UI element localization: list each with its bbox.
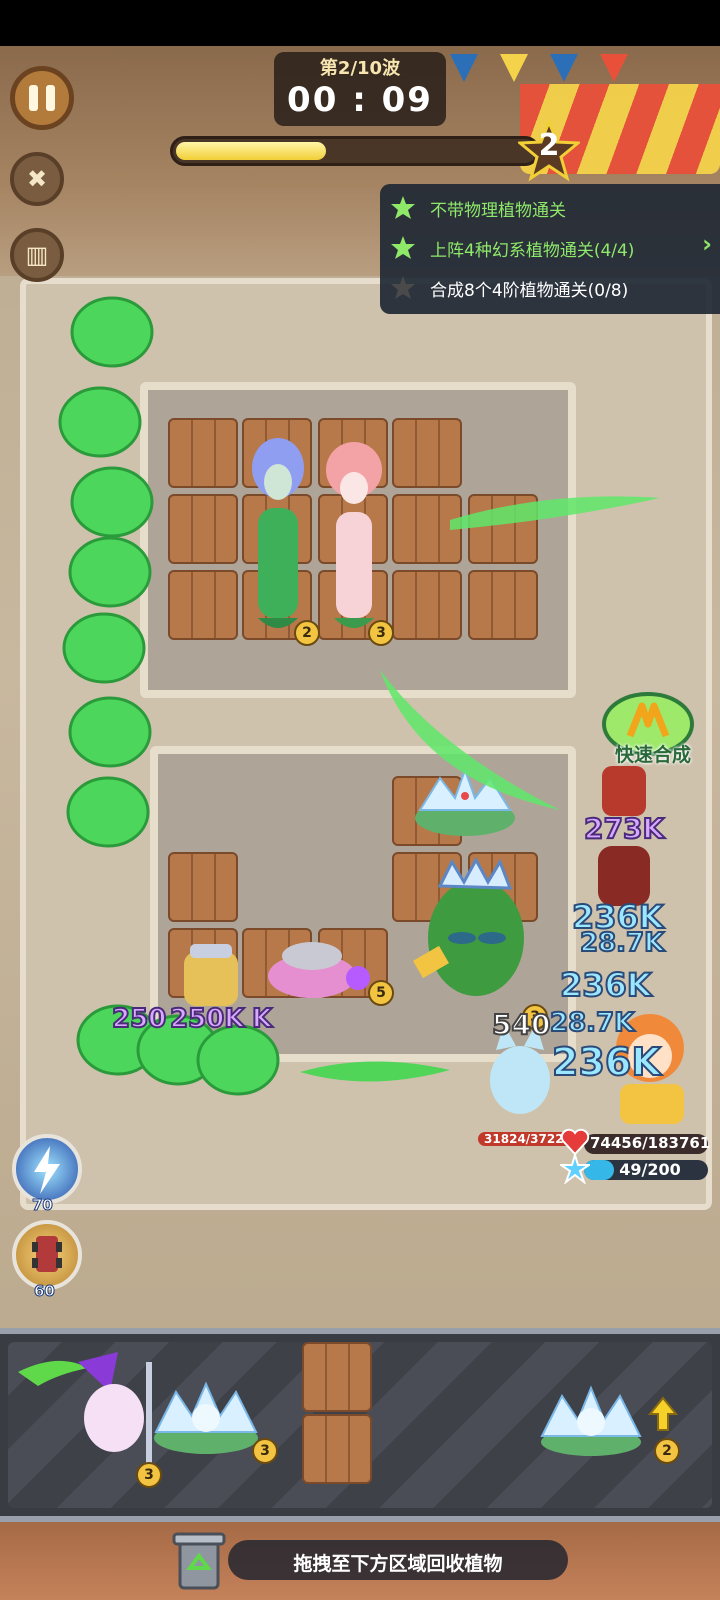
bunting-flag [600, 54, 628, 82]
combo-number: K [251, 1003, 273, 1035]
quest-panel[interactable]: 不带物理植物通关 上阵4种幻系植物通关(4/4) 合成8个4阶植物通关(0/8)… [380, 184, 720, 314]
zombie-horde-bottom [76, 1004, 280, 1096]
energy-text: 49/200 [619, 1160, 681, 1179]
lightning-icon [34, 1146, 60, 1194]
map-icon: ✖ [26, 165, 48, 193]
quest-item: 上阵4种幻系植物通关(4/4) [390, 228, 634, 268]
wave-label: 第2/10波 [319, 58, 401, 79]
board-tile[interactable] [168, 494, 238, 564]
zombie-horde-left [58, 296, 154, 848]
wave-progress-bar [170, 136, 540, 166]
green-slash-effect [450, 496, 660, 530]
quest-text: 不带物理植物通关 [430, 200, 566, 221]
upgrade-arrow-icon [648, 1396, 678, 1431]
bar-chart-icon: ▥ [25, 241, 49, 269]
pause-icon [29, 85, 38, 111]
truck-icon [32, 1236, 62, 1272]
plant-level-badge: 2 [654, 1438, 680, 1464]
bunting-flag [450, 54, 478, 82]
combo-number: 250 [111, 1003, 167, 1035]
quest-text: 上阵4种幻系植物通关(4/4) [430, 240, 635, 261]
board-tile[interactable] [392, 570, 462, 640]
board-tile[interactable] [168, 418, 238, 488]
quest-item: 不带物理植物通关 [390, 188, 566, 228]
plant-level-badge: 3 [252, 1438, 278, 1464]
quest-item: 合成8个4阶植物通关(0/8) [390, 268, 628, 308]
status-bar [0, 0, 720, 46]
tray-tile[interactable] [302, 1342, 372, 1412]
damage-number: 540 [491, 1007, 551, 1042]
quick-merge-label[interactable]: 快速合成 [598, 740, 708, 767]
recycle-hint: 拖拽至下方区域回收植物 [293, 1553, 503, 1575]
truck-skill-button[interactable] [12, 1220, 82, 1290]
wave-panel: 第2/10波 00 : 09 [274, 52, 446, 126]
star-check-icon [391, 196, 415, 219]
pause-icon-bar [46, 85, 55, 111]
energy-star-icon [560, 1154, 590, 1184]
bunting-flag [550, 54, 578, 82]
board-tile[interactable] [468, 570, 538, 640]
star-empty-icon [391, 276, 415, 299]
star-level: 2 [538, 128, 560, 163]
damage-number: 28.7K [549, 1007, 635, 1039]
damage-number: 28.7K [579, 927, 665, 959]
quest-text: 合成8个4阶植物通关(0/8) [430, 280, 629, 301]
morning-glory-plant[interactable] [238, 428, 318, 638]
ice-lotus-card[interactable] [148, 1378, 264, 1458]
damage-number: 236K [559, 965, 653, 1005]
skill-cost: 60 [34, 1282, 56, 1301]
board-tile[interactable] [168, 852, 238, 922]
damage-number: 273K [583, 811, 665, 846]
chevron-right-icon[interactable]: › [702, 230, 712, 258]
stats-button[interactable]: ▥ [10, 228, 64, 282]
map-button[interactable]: ✖ [10, 152, 64, 206]
tray-tile[interactable] [302, 1414, 372, 1484]
trash-icon [172, 1532, 226, 1590]
hp-text: 74456/183761 [590, 1134, 711, 1152]
wave-progress-fill [176, 142, 327, 160]
lotus-maiden-plant[interactable] [314, 434, 394, 638]
pause-button[interactable] [10, 66, 74, 130]
pea-king-plant[interactable] [396, 852, 536, 1002]
green-slash-effect [380, 670, 560, 810]
heart-icon [560, 1128, 590, 1156]
board-tile[interactable] [392, 418, 462, 488]
lightning-skill-button[interactable] [12, 1134, 82, 1204]
combo-number: 250K [169, 1003, 245, 1035]
damage-number: 236K [551, 1039, 662, 1085]
star-check-icon [391, 236, 415, 259]
board-tile[interactable] [168, 570, 238, 640]
plant-level-badge: 2 [294, 620, 320, 646]
skill-cost: 70 [32, 1196, 54, 1215]
green-slash-effect [300, 1061, 450, 1082]
wave-timer: 00 : 09 [287, 80, 433, 120]
plant-level-badge: 3 [136, 1462, 162, 1488]
plant-level-badge: 3 [368, 620, 394, 646]
bunting-flag [500, 54, 528, 82]
ice-lotus-card[interactable] [536, 1384, 646, 1460]
